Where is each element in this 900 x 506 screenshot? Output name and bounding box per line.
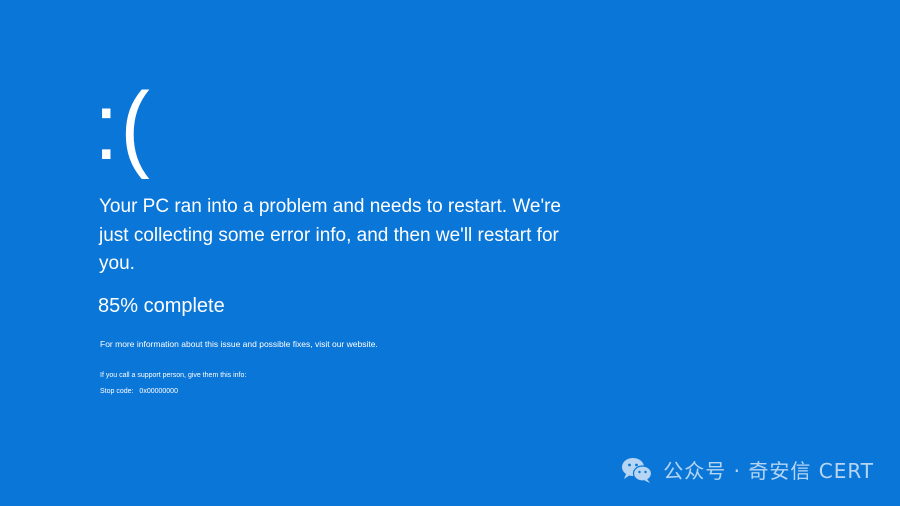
watermark-text: 公众号 · 奇安信 CERT xyxy=(663,459,874,483)
progress-status: 85% complete xyxy=(98,295,225,317)
sad-face-emoticon: :( xyxy=(94,73,152,180)
stop-code: Stop code: 0x00000000 xyxy=(100,387,178,396)
more-info-text: For more information about this issue an… xyxy=(100,339,378,349)
stop-code-value: 0x00000000 xyxy=(139,388,178,395)
blue-screen: :( Your PC ran into a problem and needs … xyxy=(0,0,900,506)
wechat-icon xyxy=(622,457,653,483)
stop-code-label: Stop code: xyxy=(100,388,134,395)
support-info-text: If you call a support person, give them … xyxy=(100,372,247,379)
watermark: 公众号 · 奇安信 CERT xyxy=(621,455,874,484)
error-message: Your PC ran into a problem and needs to … xyxy=(99,196,561,274)
